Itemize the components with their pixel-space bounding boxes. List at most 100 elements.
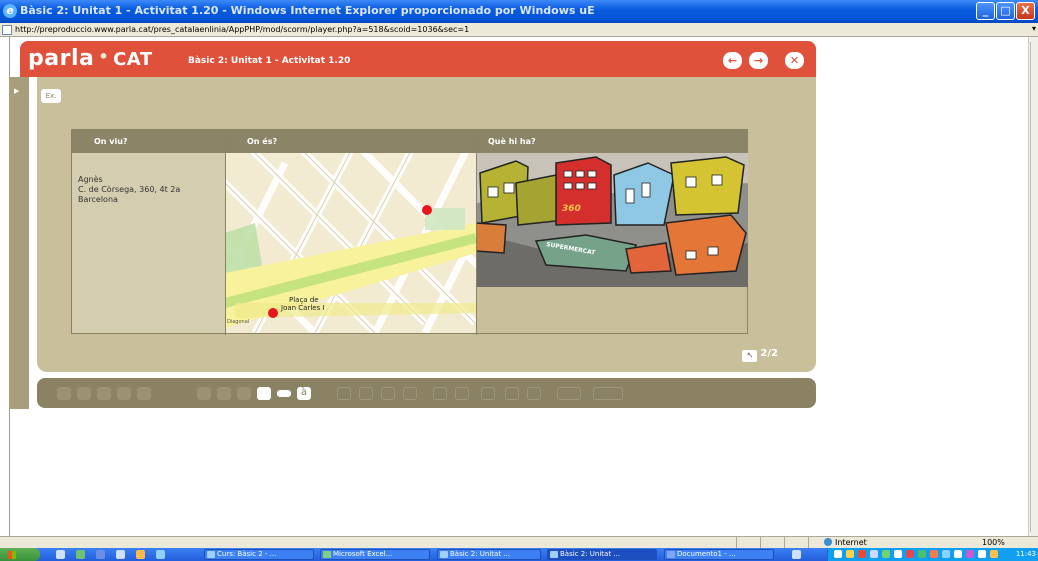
tray-icon[interactable] (882, 550, 890, 558)
taskbar-item-basic2-a[interactable]: Bàsic 2: Unitat ... (437, 549, 541, 560)
zoom-level[interactable]: 100% (982, 538, 1005, 547)
logo-cat: CAT (113, 49, 153, 70)
next-button[interactable]: → (749, 52, 768, 69)
task-label: Microsoft Excel... (333, 550, 393, 558)
side-panel-toggle[interactable]: ▶ (9, 77, 29, 409)
person-address: C. de Còrsega, 360, 4t 2a (78, 185, 181, 194)
task-label: Documento1 - ... (677, 550, 736, 558)
close-activity-button[interactable]: ✕ (785, 52, 804, 69)
tray-icon[interactable] (942, 550, 950, 558)
pager-arrow-icon[interactable]: ↖ (742, 350, 758, 362)
dropdown-arrow-icon[interactable]: ▾ (1032, 24, 1036, 33)
cartoon-street-scene: 360 SUPERMERCAT (476, 153, 748, 287)
ie-logo-icon: e (3, 4, 17, 18)
activity-title: Bàsic 2: Unitat 1 - Activitat 1.20 (188, 56, 351, 66)
ie-task-icon (207, 551, 215, 558)
audio-tool-icon[interactable] (77, 387, 91, 400)
minimize-button[interactable]: _ (976, 2, 995, 20)
column-header-on-es: On és? (225, 130, 476, 153)
book-tool-icon[interactable] (527, 387, 541, 400)
taskbar-item-document[interactable]: Documento1 - ... (664, 549, 774, 560)
tray-icon[interactable] (978, 550, 986, 558)
quicklaunch-word-icon[interactable] (96, 550, 105, 559)
quicklaunch-outlook-icon[interactable] (116, 550, 125, 559)
page-count: 2/2 (760, 348, 778, 359)
tray-icon[interactable] (918, 550, 926, 558)
ie-task-icon (440, 551, 448, 558)
address-bar[interactable]: http://preproduccio.www.parla.cat/pres_c… (0, 23, 1038, 37)
tray-icon[interactable] (954, 550, 962, 558)
street-map: Plaça de Joan Carles I Diagonal (225, 153, 476, 333)
email-tool-icon[interactable] (57, 387, 71, 400)
maximize-button[interactable]: □ (996, 2, 1015, 20)
scrollbar-track[interactable] (1030, 42, 1037, 532)
taskbar-item-basic2-b[interactable]: Bàsic 2: Unitat ... (547, 549, 657, 560)
expand-arrow-icon[interactable]: ▶ (14, 87, 19, 95)
logo-dot: • (98, 47, 110, 66)
tray-icon[interactable] (870, 550, 878, 558)
glasses-tool-icon[interactable] (593, 387, 623, 400)
play-tool-icon[interactable] (117, 387, 131, 400)
url-text[interactable]: http://preproduccio.www.parla.cat/pres_c… (15, 25, 469, 34)
activity-header: parla • CAT Bàsic 2: Unitat 1 - Activitat … (20, 41, 816, 77)
grid-tool-icon[interactable] (197, 387, 211, 400)
brackets-tool-icon[interactable] (381, 387, 395, 400)
notes-tool-icon[interactable] (257, 387, 271, 400)
pin-tool-icon[interactable] (359, 387, 373, 400)
browser-window: e Bàsic 2: Unitat 1 - Activitat 1.20 - W… (0, 0, 1038, 561)
tray-icon[interactable] (930, 550, 938, 558)
logo-parla: parla (28, 46, 95, 71)
tray-icon[interactable] (966, 550, 974, 558)
camera-tool-icon[interactable] (137, 387, 151, 400)
search-tool-icon[interactable] (237, 387, 251, 400)
tray-icon[interactable] (894, 550, 902, 558)
task-label: Bàsic 2: Unitat ... (560, 550, 620, 558)
task-label: Bàsic 2: Unitat ... (450, 550, 510, 558)
example-button[interactable]: Ex. (41, 89, 61, 103)
map-label-placa: Plaça de (289, 296, 319, 304)
person-name: Agnès (78, 175, 103, 184)
map-label-diagonal: Diagonal (227, 319, 249, 325)
quicklaunch-excel-icon[interactable] (76, 550, 85, 559)
tray-icon[interactable] (990, 550, 998, 558)
scissors-tool-icon[interactable] (481, 387, 495, 400)
keyboard-tool-icon[interactable] (277, 390, 291, 397)
help-tool-icon[interactable] (97, 387, 111, 400)
page-indicator: ↖ 2/2 (742, 348, 778, 362)
person-info-cell: Agnès C. de Còrsega, 360, 4t 2a Barcelon… (72, 153, 225, 333)
quicklaunch-ie-icon[interactable] (156, 550, 165, 559)
activity-table: On viu? On és? Què hi ha? Agnès C. de Cò… (71, 129, 748, 335)
quicklaunch-app-icon[interactable] (136, 550, 145, 559)
previous-button[interactable]: ← (723, 52, 742, 69)
neighbourhood-illustration: 360 SUPERMERCAT (476, 153, 748, 287)
taskbar-item-excel[interactable]: Microsoft Excel... (320, 549, 430, 560)
quicklaunch-desktop-icon[interactable] (56, 550, 65, 559)
info-tool-icon[interactable] (217, 387, 231, 400)
activity-panel: Ex. On viu? On és? Què hi ha? Agnès C. d… (37, 77, 816, 372)
window-title: Bàsic 2: Unitat 1 - Activitat 1.20 - Win… (20, 4, 595, 17)
close-window-button[interactable]: X (1016, 2, 1035, 20)
column-divider (476, 130, 477, 335)
building-tool-icon[interactable] (455, 387, 469, 400)
parlacat-logo: parla • CAT (28, 46, 153, 71)
start-button[interactable] (0, 548, 40, 561)
globe-tool-icon[interactable] (433, 387, 447, 400)
vertical-scrollbar[interactable] (1028, 37, 1038, 547)
page-icon (2, 25, 12, 35)
tray-icon[interactable] (858, 550, 866, 558)
windows-flag-icon (8, 551, 16, 559)
system-tray: 11:43 (827, 548, 1038, 561)
question-tool-icon[interactable] (505, 387, 519, 400)
compass-tool-icon[interactable] (337, 387, 351, 400)
task-label: Curs: Bàsic 2 - ... (217, 550, 277, 558)
taskbar-item-curs[interactable]: Curs: Bàsic 2 - ... (204, 549, 314, 560)
calendar-tool-icon[interactable] (403, 387, 417, 400)
accent-tool-icon[interactable]: à (297, 387, 311, 400)
keyboard-language-icon[interactable] (792, 550, 801, 559)
tray-icon[interactable] (846, 550, 854, 558)
tray-icon[interactable] (834, 550, 842, 558)
word-task-icon (667, 551, 675, 558)
pencil-tool-icon[interactable] (557, 387, 581, 400)
tray-icon[interactable] (906, 550, 914, 558)
ie-task-icon (550, 551, 558, 558)
